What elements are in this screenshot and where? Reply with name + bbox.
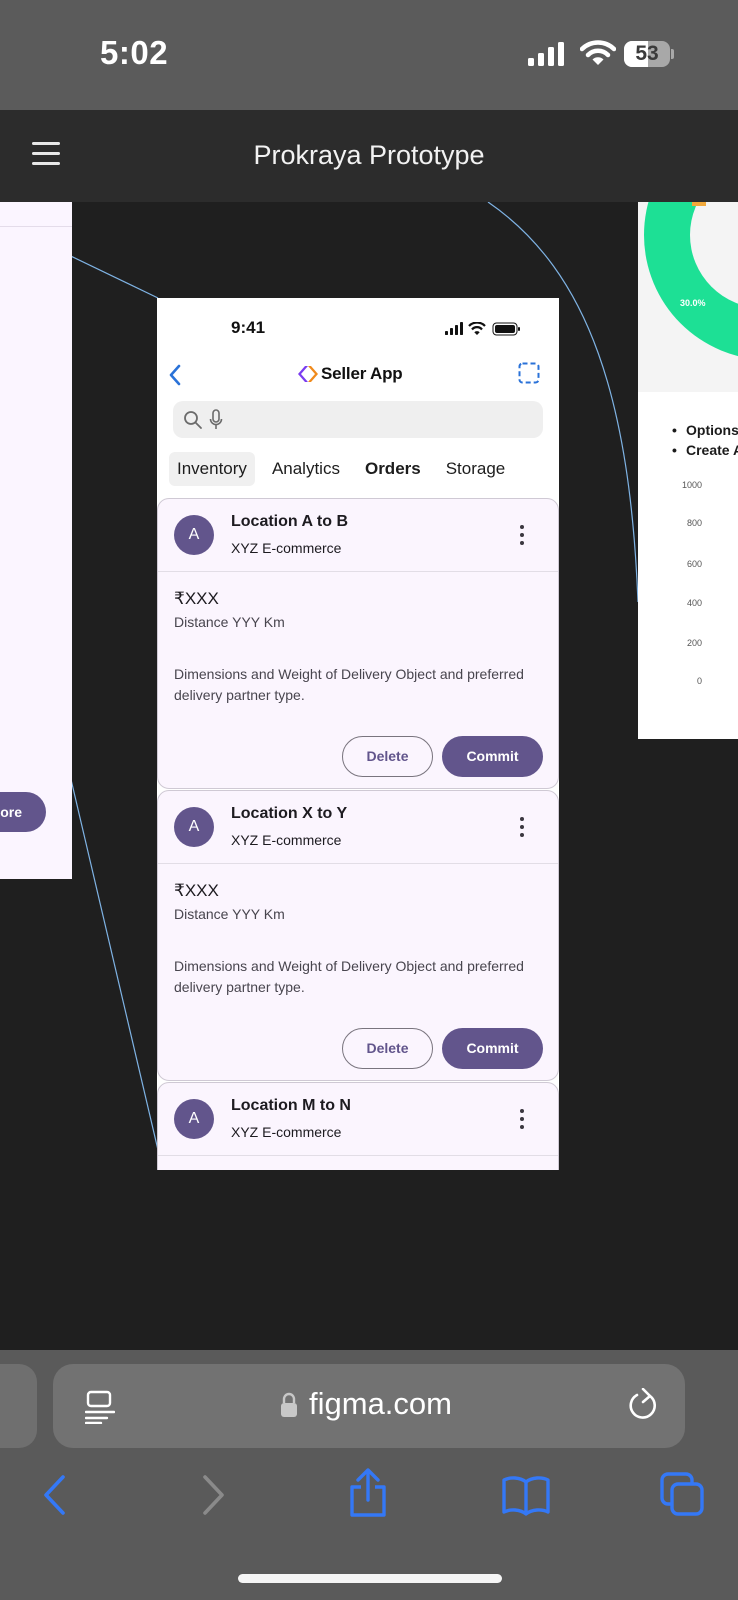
order-card[interactable]: A Location M to N XYZ E-commerce [157,1082,559,1170]
more-vert-icon[interactable] [516,815,528,839]
order-company: XYZ E-commerce [231,832,342,848]
y-tick-label: 1000 [681,480,702,490]
order-route: Location A to B [231,513,349,530]
bookmarks-icon[interactable] [502,1474,550,1516]
y-tick-label: 800 [686,518,702,528]
prototype-title: Prokraya Prototype [253,140,485,170]
avatar: A [174,807,214,847]
prototype-phone-frame[interactable]: 9:41 Seller App Inventory Analytics Orde… [157,298,559,1170]
tabs-icon[interactable] [660,1472,704,1516]
order-route: Location M to N [231,1097,351,1114]
brand-logo-icon [298,366,318,382]
prototype-canvas[interactable]: r store 30.0% •Options •Create A 1000 80… [0,202,738,1350]
tab-analytics[interactable]: Analytics [264,452,348,486]
back-chevron-icon[interactable] [165,362,185,388]
order-company: XYZ E-commerce [231,540,342,556]
order-distance: Distance YYY Km [174,906,285,922]
avatar: A [174,515,214,555]
order-card-header: A Location A to B XYZ E-commerce [158,499,558,572]
delete-button[interactable]: Delete [342,736,433,777]
screen: 5:02 53 Prokraya Prototype ore 30.0% • O… [0,0,738,1600]
brand: Seller App [297,364,403,384]
reload-icon[interactable] [627,1388,659,1422]
battery-icon: 53 [624,41,674,67]
reader-icon[interactable] [85,1390,115,1424]
browser-bottom-bar: figma.com [0,1350,738,1600]
options-list: • Options • Create A [672,420,738,460]
order-card[interactable]: A Location A to B XYZ E-commerce ₹XXX Di… [157,498,559,789]
more-vert-icon[interactable] [516,523,528,547]
order-route: Location X to Y [231,805,348,822]
share-icon[interactable] [348,1468,388,1518]
delete-button[interactable]: Delete [342,1028,433,1069]
mic-icon[interactable] [209,409,223,431]
tab-storage[interactable]: Storage [438,452,514,486]
figma-header: Prokraya Prototype [0,110,738,202]
status-bar: 5:02 53 [0,0,738,110]
y-tick-label: 400 [686,598,702,608]
previous-tab-peek[interactable] [0,1364,37,1448]
store-button[interactable]: r store [0,792,46,832]
order-card[interactable]: A Location X to Y XYZ E-commerce ₹XXX Di… [157,790,559,1081]
prototype-nav-bar: Seller App [157,354,559,398]
search-icon [184,411,202,429]
wifi-icon [580,40,616,65]
battery-level: 53 [635,42,659,65]
order-description: Dimensions and Weight of Delivery Object… [174,958,524,995]
order-card-body: ₹XXX Distance YYY Km Dimensions and Weig… [158,864,558,1080]
home-indicator [238,1574,502,1583]
donut-percent-label: 30.0% [680,298,706,308]
tab-inventory[interactable]: Inventory [169,452,255,486]
bullet-item: • Create A [672,442,738,458]
prototype-status-icons [445,322,520,336]
avatar: A [174,1099,214,1139]
order-card-body: ₹XXX Distance YYY Km Dimensions and Weig… [158,572,558,788]
bullet-item: • Options [672,422,738,438]
prototype-status-time: 9:41 [231,318,266,337]
donut-chart-card: 30.0% [638,202,738,392]
more-vert-icon[interactable] [516,1107,528,1131]
address-bar[interactable]: figma.com [53,1364,685,1448]
right-screen-frame[interactable]: 30.0% • Options • Create A 1000 800 600 40… [638,202,738,739]
y-tick-label: 600 [686,559,702,569]
left-screen-frame[interactable]: r store [0,202,72,879]
tab-orders[interactable]: Orders [357,452,429,486]
url-text: figma.com [309,1386,452,1421]
select-frame-icon[interactable] [518,362,540,384]
order-price: ₹XXX [174,881,219,900]
order-company: XYZ E-commerce [231,1124,342,1140]
search-bar[interactable] [173,401,543,438]
cellular-signal-icon [528,42,564,66]
order-price: ₹XXX [174,589,219,608]
status-time: 5:02 [100,34,169,71]
tab-bar: Inventory Analytics Orders Storage [169,452,522,486]
forward-icon[interactable] [200,1474,226,1516]
search-input[interactable] [237,401,533,438]
order-distance: Distance YYY Km [174,614,285,630]
order-card-header: A Location M to N XYZ E-commerce [158,1083,558,1156]
lock-icon [281,1392,297,1417]
y-tick-label: 0 [696,676,702,686]
back-icon[interactable] [42,1474,68,1516]
app-name: Seller App [321,364,403,383]
order-description: Dimensions and Weight of Delivery Object… [174,666,524,703]
y-tick-label: 200 [686,638,702,648]
order-card-header: A Location X to Y XYZ E-commerce [158,791,558,864]
commit-button[interactable]: Commit [442,1028,543,1069]
commit-button[interactable]: Commit [442,736,543,777]
